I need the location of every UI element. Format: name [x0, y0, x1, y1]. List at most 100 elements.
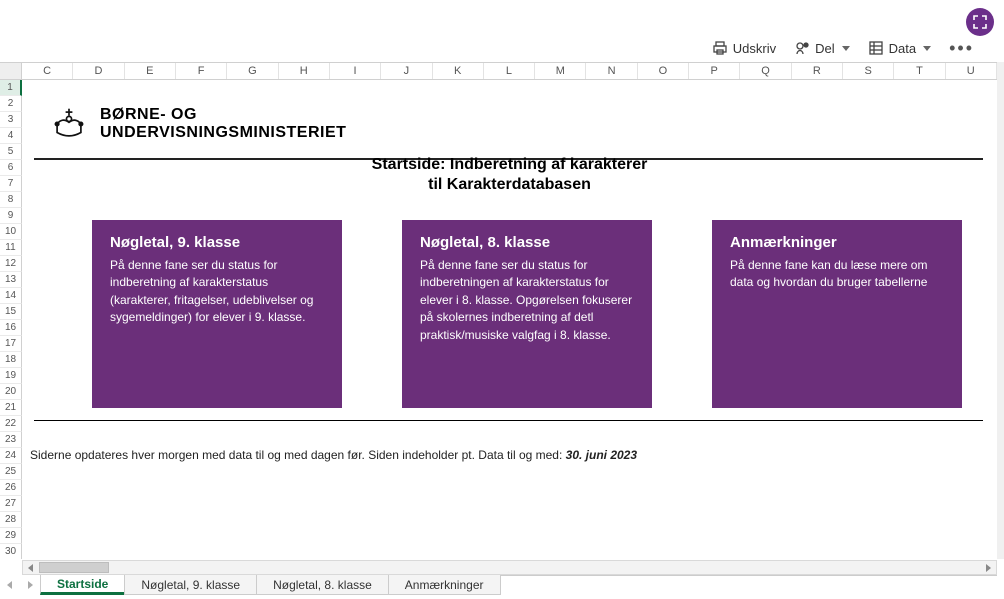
row-header[interactable]: 13	[0, 272, 22, 288]
row-header[interactable]: 23	[0, 432, 22, 448]
ministry-name-line1: BØRNE- OG	[100, 106, 346, 124]
expand-icon	[973, 15, 987, 29]
sheet-tab-strip: StartsideNøgletal, 9. klasseNøgletal, 8.…	[0, 575, 997, 595]
row-header[interactable]: 11	[0, 240, 22, 256]
column-header[interactable]: I	[330, 63, 381, 79]
triangle-left-icon	[27, 564, 35, 572]
row-header[interactable]: 9	[0, 208, 22, 224]
sheet-tab[interactable]: Anmærkninger	[388, 575, 501, 595]
row-header[interactable]: 7	[0, 176, 22, 192]
triangle-right-icon	[984, 564, 992, 572]
grid-area: 1234567891011121314151617181920212223242…	[0, 80, 997, 559]
share-button[interactable]: Del	[794, 40, 850, 56]
crown-logo-icon	[52, 107, 86, 141]
chevron-down-icon	[842, 46, 850, 51]
column-header[interactable]: L	[484, 63, 535, 79]
column-header[interactable]: H	[279, 63, 330, 79]
card-title: Nøgletal, 8. klasse	[420, 234, 634, 251]
expand-button[interactable]	[966, 8, 994, 36]
sheet-tab[interactable]: Nøgletal, 8. klasse	[256, 575, 389, 595]
print-label: Udskriv	[733, 41, 776, 56]
column-header-row: CDEFGHIJKLMNOPQRSTU	[0, 62, 997, 80]
row-header[interactable]: 15	[0, 304, 22, 320]
column-header[interactable]: Q	[740, 63, 791, 79]
row-header[interactable]: 20	[0, 384, 22, 400]
row-header[interactable]: 5	[0, 144, 22, 160]
column-header[interactable]: C	[22, 63, 73, 79]
row-header[interactable]: 21	[0, 400, 22, 416]
column-header[interactable]: J	[381, 63, 432, 79]
column-header[interactable]: P	[689, 63, 740, 79]
row-header[interactable]: 17	[0, 336, 22, 352]
card-title: Nøgletal, 9. klasse	[110, 234, 324, 251]
row-header[interactable]: 3	[0, 112, 22, 128]
row-header[interactable]: 28	[0, 512, 22, 528]
triangle-left-icon	[6, 581, 14, 589]
row-header[interactable]: 10	[0, 224, 22, 240]
horizontal-scrollbar[interactable]	[22, 560, 997, 575]
row-header[interactable]: 19	[0, 368, 22, 384]
share-label: Del	[815, 41, 835, 56]
row-header[interactable]: 1	[0, 80, 22, 96]
column-header[interactable]: K	[433, 63, 484, 79]
column-header[interactable]: F	[176, 63, 227, 79]
row-header[interactable]: 18	[0, 352, 22, 368]
row-header[interactable]: 29	[0, 528, 22, 544]
tab-nav-prev[interactable]	[0, 575, 20, 595]
tab-strip-rest	[501, 575, 998, 595]
row-header[interactable]: 12	[0, 256, 22, 272]
triangle-right-icon	[26, 581, 34, 589]
row-header[interactable]: 8	[0, 192, 22, 208]
column-header[interactable]: E	[125, 63, 176, 79]
sheet-content: BØRNE- OG UNDERVISNINGSMINISTERIET Start…	[22, 80, 997, 559]
sheet-tab[interactable]: Nøgletal, 9. klasse	[124, 575, 257, 595]
update-note-prefix: Siderne opdateres hver morgen med data t…	[30, 448, 566, 462]
card-anmaerkninger[interactable]: Anmærkninger På denne fane kan du læse m…	[712, 220, 962, 408]
row-header[interactable]: 16	[0, 320, 22, 336]
column-header[interactable]: R	[792, 63, 843, 79]
card-title: Anmærkninger	[730, 234, 944, 251]
data-button[interactable]: Data	[868, 40, 931, 56]
scroll-thumb[interactable]	[39, 562, 109, 573]
row-header[interactable]: 4	[0, 128, 22, 144]
row-header[interactable]: 14	[0, 288, 22, 304]
share-icon	[794, 40, 810, 56]
more-button[interactable]: •••	[949, 43, 974, 53]
tab-nav-next[interactable]	[20, 575, 40, 595]
print-button[interactable]: Udskriv	[712, 40, 776, 56]
row-header[interactable]: 26	[0, 480, 22, 496]
row-header[interactable]: 2	[0, 96, 22, 112]
page-title-line1: Startside: Indberetning af karakterer	[22, 156, 997, 174]
row-header[interactable]: 27	[0, 496, 22, 512]
card-body: På denne fane kan du læse mere om data o…	[730, 257, 944, 292]
card-nogletal-8[interactable]: Nøgletal, 8. klasse På denne fane ser du…	[402, 220, 652, 408]
print-icon	[712, 40, 728, 56]
scroll-right-button[interactable]	[980, 561, 996, 574]
row-header[interactable]: 25	[0, 464, 22, 480]
row-header[interactable]: 30	[0, 544, 22, 559]
column-header[interactable]: O	[638, 63, 689, 79]
column-header[interactable]: M	[535, 63, 586, 79]
row-header[interactable]: 22	[0, 416, 22, 432]
column-header[interactable]: G	[227, 63, 278, 79]
column-header[interactable]: S	[843, 63, 894, 79]
update-note: Siderne opdateres hver morgen med data t…	[30, 448, 637, 462]
row-header[interactable]: 24	[0, 448, 22, 464]
column-header[interactable]: N	[586, 63, 637, 79]
scroll-track[interactable]	[39, 561, 980, 574]
vertical-scrollbar[interactable]	[997, 62, 1004, 559]
column-header[interactable]: D	[73, 63, 124, 79]
card-row: Nøgletal, 9. klasse På denne fane ser du…	[92, 220, 967, 408]
ministry-logo-block: BØRNE- OG UNDERVISNINGSMINISTERIET	[52, 106, 346, 143]
update-note-date: 30. juni 2023	[566, 448, 637, 462]
row-header-column: 1234567891011121314151617181920212223242…	[0, 80, 22, 559]
row-header[interactable]: 6	[0, 160, 22, 176]
sheet-tab[interactable]: Startside	[40, 575, 125, 595]
chevron-down-icon	[923, 46, 931, 51]
card-body: På denne fane ser du status for indberet…	[420, 257, 634, 344]
column-header[interactable]: T	[894, 63, 945, 79]
scroll-left-button[interactable]	[23, 561, 39, 574]
card-nogletal-9[interactable]: Nøgletal, 9. klasse På denne fane ser du…	[92, 220, 342, 408]
select-all-cell[interactable]	[0, 63, 22, 79]
column-header[interactable]: U	[946, 63, 997, 79]
